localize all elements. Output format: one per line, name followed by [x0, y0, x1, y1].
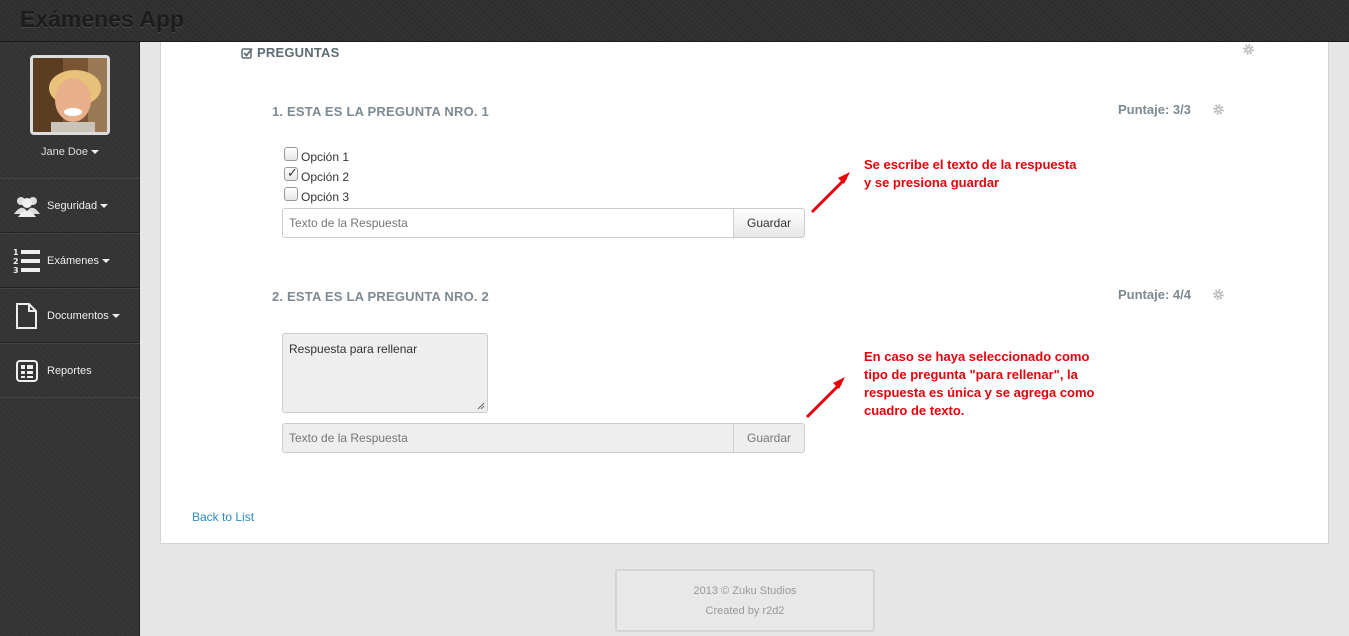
gear-icon[interactable]	[1212, 288, 1225, 301]
sidebar-nav: Seguridad 1 2 3 Exámenes Documentos Repo…	[0, 178, 140, 398]
checkbox[interactable]	[284, 147, 298, 161]
sidebar-item-label: Documentos	[47, 310, 120, 322]
footer-credit: Created by r2d2	[705, 605, 785, 617]
annotation-1: Se escribe el texto de la respuesta y se…	[864, 157, 1077, 190]
document-icon	[16, 303, 37, 329]
sidebar-item-label: Reportes	[47, 365, 92, 377]
report-icon	[16, 360, 38, 382]
sidebar-item-label: Seguridad	[47, 200, 109, 212]
sidebar-item-examenes[interactable]: 1 2 3 Exámenes	[0, 233, 140, 288]
gear-icon[interactable]	[1212, 103, 1225, 116]
answer-input-group: Guardar	[282, 208, 805, 238]
svg-text:3: 3	[13, 266, 19, 275]
checkbox[interactable]: ✓	[284, 165, 298, 181]
chevron-down-icon	[101, 259, 110, 264]
footer-copyright: 2013 © Zuku Studios	[693, 585, 797, 597]
back-to-list-link[interactable]: Back to List	[192, 510, 254, 524]
sidebar-item-seguridad[interactable]: Seguridad	[0, 178, 140, 233]
question-2-title: 2. ESTA ES LA PREGUNTA NRO. 2	[272, 289, 489, 304]
numbered-list-icon: 1 2 3	[13, 248, 40, 275]
main-panel: PREGUNTAS 1. ESTA ES LA PREGUNTA NRO. 1 …	[160, 42, 1329, 544]
question-1-score: Puntaje: 3/3	[1118, 102, 1191, 117]
svg-text:1: 1	[13, 248, 19, 257]
save-button[interactable]: Guardar	[733, 208, 805, 238]
checkbox[interactable]	[284, 187, 298, 201]
answer-textarea[interactable]: Respuesta para rellenar	[282, 333, 488, 413]
sidebar-item-documentos[interactable]: Documentos	[0, 288, 140, 343]
annotation-arrow	[805, 377, 845, 419]
annotation-arrow	[810, 172, 850, 214]
footer: 2013 © Zuku Studios Created by r2d2	[615, 569, 875, 632]
answer-input-group: Guardar	[282, 423, 805, 453]
section-title: PREGUNTAS	[241, 45, 339, 60]
save-button[interactable]: Guardar	[733, 423, 805, 453]
top-bar: Exámenes App	[0, 0, 1349, 42]
user-name: Jane Doe	[40, 146, 89, 158]
chevron-down-icon	[91, 150, 100, 155]
user-menu[interactable]: Jane Doe	[0, 146, 140, 158]
check-square-icon	[241, 47, 253, 59]
users-icon	[14, 197, 40, 217]
gear-icon[interactable]	[1242, 43, 1255, 56]
avatar-image	[33, 58, 107, 132]
resize-handle-icon[interactable]	[477, 402, 485, 410]
question-2-score: Puntaje: 4/4	[1118, 287, 1191, 302]
chevron-down-icon	[111, 314, 120, 319]
chevron-down-icon	[100, 204, 109, 209]
checkmark-icon: ✓	[287, 165, 298, 180]
sidebar-item-reportes[interactable]: Reportes	[0, 343, 140, 398]
sidebar-item-label: Exámenes	[47, 255, 110, 267]
answer-text-input[interactable]	[282, 423, 734, 453]
question-1-title: 1. ESTA ES LA PREGUNTA NRO. 1	[272, 104, 489, 119]
annotation-2: En caso se haya seleccionado como tipo d…	[864, 349, 1095, 418]
avatar[interactable]	[30, 55, 110, 135]
sidebar: Jane Doe Seguridad 1 2 3 Exámenes Docume…	[0, 42, 140, 636]
answer-text-input[interactable]	[282, 208, 734, 238]
svg-text:2: 2	[13, 257, 19, 266]
app-title: Exámenes App	[20, 6, 185, 32]
